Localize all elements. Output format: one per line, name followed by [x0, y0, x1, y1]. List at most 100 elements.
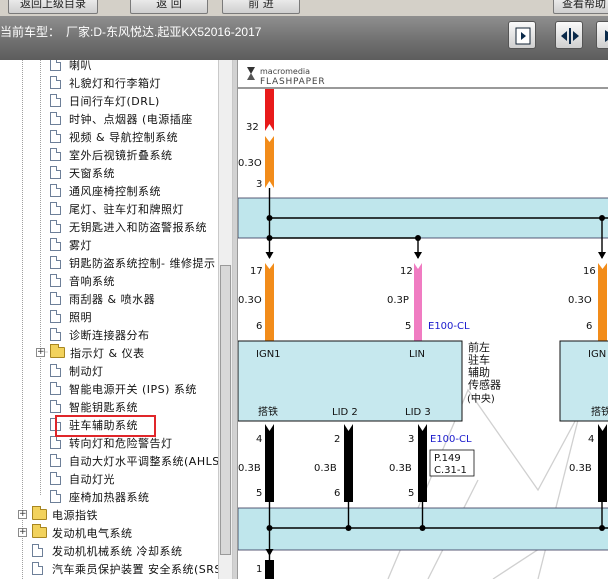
document-icon	[32, 544, 43, 557]
tree-item[interactable]: 钥匙防盗系统控制- 维修提示	[0, 254, 231, 272]
tree-item-label: 无钥匙进入和防盗警报系统	[69, 221, 207, 234]
tree-item-label: 转向灯和危险警告灯	[69, 437, 173, 450]
tree-item-label: 照明	[69, 311, 92, 324]
document-icon	[50, 328, 61, 341]
tree-item[interactable]: 通风座椅控制系统	[0, 182, 231, 200]
tree-item-label: 日间行车灯(DRL)	[69, 95, 160, 108]
document-tree: 喇叭礼貌灯和行李箱灯日间行车灯(DRL) 时钟、点烟器 (电源插座视频 & 导航控…	[0, 60, 232, 579]
tree-item-label: 自动灯光	[69, 473, 115, 486]
document-icon	[50, 94, 61, 107]
tree-item[interactable]: 无钥匙进入和防盗警报系统	[0, 218, 231, 236]
tree-item[interactable]: 日间行车灯(DRL)	[0, 92, 231, 110]
tree-item-label: 视频 & 导航控制系统	[69, 131, 179, 144]
wire-label: 0.3B	[389, 463, 412, 474]
tree-item[interactable]: 智能钥匙系统	[0, 398, 231, 416]
tree-item[interactable]: 制动灯	[0, 362, 231, 380]
tree-item-label: 尾灯、驻车灯和牌照灯	[69, 203, 184, 216]
wire-black-1	[265, 424, 274, 502]
pin-label: 17	[250, 266, 263, 277]
expand-toggle-icon[interactable]: +	[18, 528, 27, 537]
tree-item[interactable]: 视频 & 导航控制系统	[0, 128, 231, 146]
top-toolbar: 返回上级目录 返 回 前 进 查看帮助	[0, 0, 608, 16]
tree-item[interactable]: 天窗系统	[0, 164, 231, 182]
folder-icon	[32, 506, 47, 520]
document-icon	[50, 76, 61, 89]
forward-button[interactable]: 前 进	[222, 0, 300, 14]
tree-item[interactable]: + 发动机电气系统	[0, 524, 231, 542]
module-pin: IGN	[588, 349, 606, 360]
pin-label: 4	[256, 434, 262, 445]
expand-toggle-icon[interactable]: +	[18, 510, 27, 519]
tree-item[interactable]: 照明	[0, 308, 231, 326]
tree-item-label: 天窗系统	[69, 167, 115, 180]
tree-item[interactable]: 礼貌灯和行李箱灯	[0, 74, 231, 92]
tree-item-label: 通风座椅控制系统	[69, 185, 161, 198]
fit-width-button[interactable]	[555, 21, 583, 49]
tree-item[interactable]: 座椅加热器系统	[0, 488, 231, 506]
tree-scrollbar[interactable]	[218, 60, 232, 579]
back-to-parent-button[interactable]: 返回上级目录	[8, 0, 98, 14]
tree-item-label: 汽车乘员保护装置 安全系统(SRS	[52, 563, 222, 576]
document-icon	[50, 202, 61, 215]
expand-toggle-icon[interactable]: +	[36, 348, 45, 357]
document-icon	[50, 382, 61, 395]
document-icon	[50, 148, 61, 161]
fit-page-button[interactable]	[508, 21, 536, 49]
tree-item[interactable]: 尾灯、驻车灯和牌照灯	[0, 200, 231, 218]
document-icon	[32, 562, 43, 575]
document-icon	[50, 490, 61, 503]
pin-label: 1	[256, 564, 262, 575]
module-pin: IGN1	[256, 349, 281, 360]
module-title-line: 辅助	[468, 365, 490, 379]
current-car-label: 当前车型： 厂家:D-东风悦达.起亚KX52016-2017	[0, 23, 261, 40]
tree-item[interactable]: 喇叭	[0, 60, 231, 74]
document-icon	[50, 310, 61, 323]
tree-item[interactable]: 雨刮器 & 喷水器	[0, 290, 231, 308]
next-page-button[interactable]	[596, 21, 608, 49]
reference-page: P.149	[434, 453, 461, 464]
tree-item[interactable]: 诊断连接器分布	[0, 326, 231, 344]
ground-label: LID 3	[405, 407, 431, 418]
tree-item[interactable]: 智能电源开关 (IPS) 系统	[0, 380, 231, 398]
back-button[interactable]: 返 回	[130, 0, 208, 14]
pin-label: 6	[586, 321, 592, 332]
module-title: 前左驻车辅助传感器	[468, 340, 501, 392]
pin-label: 3	[408, 434, 414, 445]
module-title-line: 驻车	[468, 353, 490, 367]
tree-scrollbar-thumb[interactable]	[220, 265, 231, 555]
document-icon	[50, 292, 61, 305]
tree-item-label: 电源指铁	[52, 509, 98, 522]
tree-item[interactable]: 室外后视镜折叠系统	[0, 146, 231, 164]
help-button[interactable]: 查看帮助	[553, 0, 608, 14]
tree-item-label: 音响系统	[69, 275, 115, 288]
tree-item[interactable]: 时钟、点烟器 (电源插座	[0, 110, 231, 128]
tree-item[interactable]: 汽车乘员保护装置 安全系统(SRS	[0, 560, 231, 578]
tree-item[interactable]: 音响系统	[0, 272, 231, 290]
tree-item-label: 喇叭	[69, 60, 92, 72]
tree-item[interactable]: 自动大灯水平调整系统(AHLS	[0, 452, 231, 470]
tree-item-label: 自动大灯水平调整系统(AHLS	[69, 455, 220, 468]
wire-pink	[414, 263, 422, 341]
wire-black-4	[598, 424, 607, 502]
wire-label: 0.3B	[238, 463, 261, 474]
wire-label: 0.3B	[569, 463, 592, 474]
reference-connector: C.31-1	[434, 465, 467, 476]
tree-item[interactable]: + 指示灯 & 仪表	[0, 344, 231, 362]
current-car-prefix: 当前车型：	[0, 25, 61, 39]
tree-item[interactable]: + 电源指铁	[0, 506, 231, 524]
tree-item-label: 制动灯	[69, 365, 104, 378]
tree-item[interactable]: 自动灯光	[0, 470, 231, 488]
wire-orange-top	[265, 136, 274, 188]
brand-top: macromedia	[260, 67, 310, 76]
wiring-diagram: macromedia FLASHPAPER 32 0.3O 3 17 12 16…	[238, 67, 608, 579]
tree-item-label: 发动机电气系统	[52, 527, 133, 540]
wire-orange-2	[598, 263, 607, 341]
fit-width-icon	[561, 28, 579, 44]
pin-label: 32	[246, 122, 259, 133]
tree-item[interactable]: 雾灯	[0, 236, 231, 254]
tree-item-label: 室外后视镜折叠系统	[69, 149, 173, 162]
wire-label: 0.3O	[238, 295, 262, 306]
tree-item[interactable]: 发动机机械系统 冷却系统	[0, 542, 231, 560]
document-page: macromedia FLASHPAPER 32 0.3O 3 17 12 16…	[237, 60, 608, 579]
module-title-line: 前左	[468, 340, 490, 354]
